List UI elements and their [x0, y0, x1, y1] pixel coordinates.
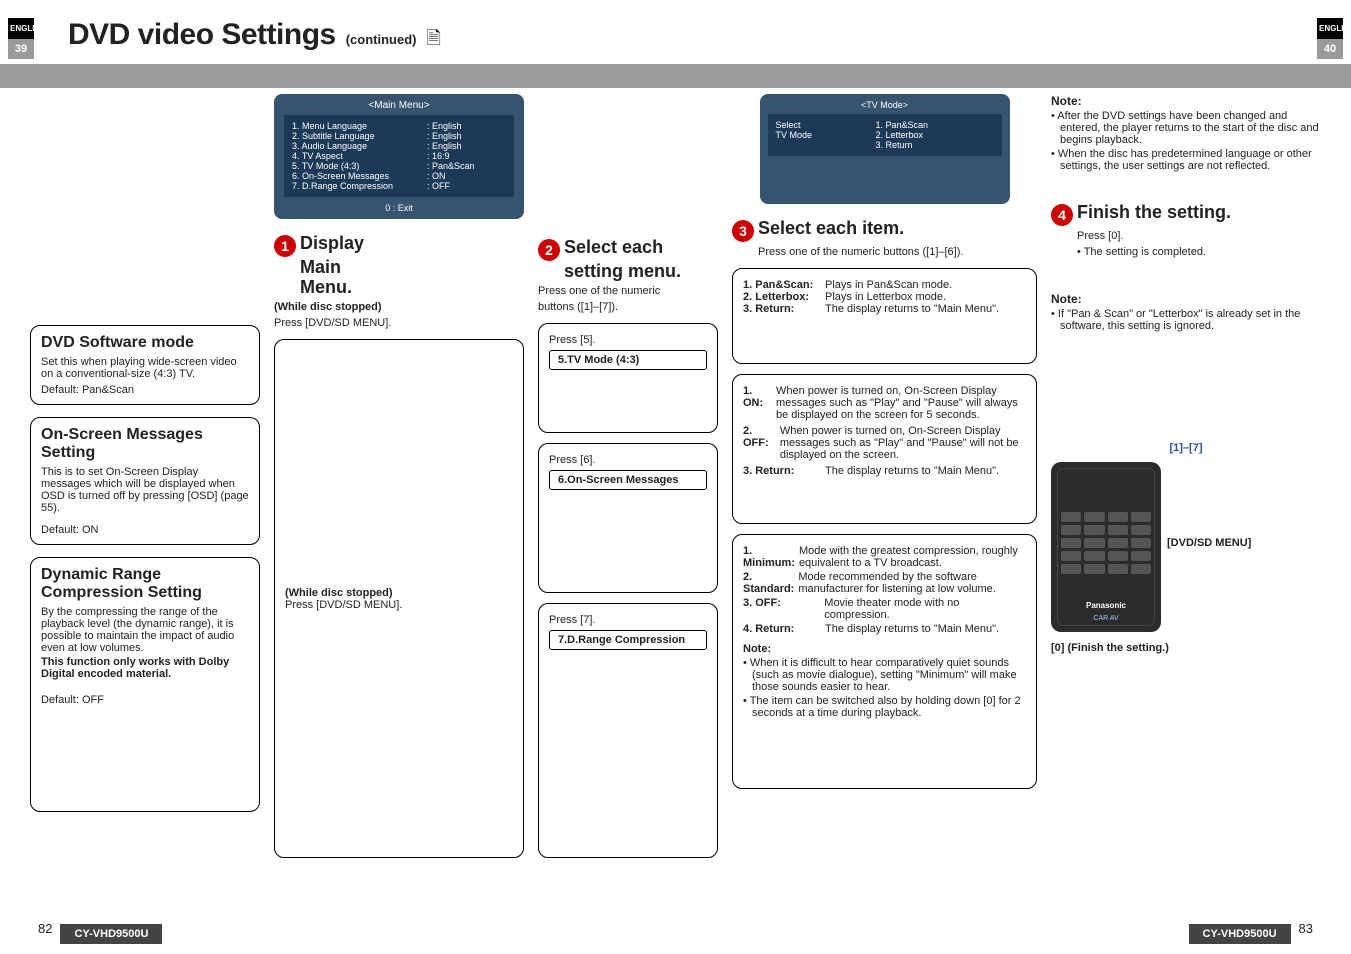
step2-title2: setting menu. — [564, 261, 718, 281]
sec3-note1: • When it is difficult to hear comparati… — [743, 657, 1026, 693]
step3-badge: 3 — [732, 220, 754, 242]
box3-text: By the compressing the range of the play… — [41, 606, 249, 654]
step2-badge: 2 — [538, 239, 560, 261]
press7-label: 7.D.Range Compression — [549, 630, 707, 650]
section-panscan: 1. Pan&Scan:Plays in Pan&Scan mode. 2. L… — [732, 268, 1037, 364]
step4-sub2: • The setting is completed. — [1077, 246, 1321, 258]
press5-box: Press [5]. 5.TV Mode (4:3) — [538, 323, 718, 433]
right-side-tab: ENGLISH 40 — [1317, 18, 1343, 59]
box3-bold: This function only works with Dolby Digi… — [41, 656, 249, 680]
remote-brand: Panasonic — [1051, 601, 1161, 610]
step1-tall-box: (While disc stopped) Press [DVD/SD MENU]… — [274, 339, 524, 858]
foot-model-right: CY-VHD9500U — [1189, 924, 1291, 944]
press5-text: Press [5]. — [549, 334, 707, 346]
step1-title1: Display — [300, 233, 364, 253]
sec1-note-b: • If "Pan & Scan" or "Letterbox" is alre… — [1051, 308, 1321, 332]
remote-bottom-label: [0] (Finish the setting.) — [1051, 642, 1321, 654]
header-bar — [0, 64, 1351, 88]
on-screen-messages-box: On-Screen Messages Setting This is to se… — [30, 417, 260, 545]
box2-default: Default: ON — [41, 524, 249, 536]
top-note1: • After the DVD settings have been chang… — [1051, 110, 1321, 146]
lang-label-left: ENGLISH — [8, 18, 34, 39]
press7-text: Press [7]. — [549, 614, 707, 626]
remote-keys-top: [1]–[7] — [1051, 442, 1321, 454]
sec1-note-h: Note: — [1051, 292, 1321, 306]
box3-title: Dynamic Range Compression Setting — [41, 566, 249, 602]
step3-title: Select each item. — [758, 218, 904, 238]
step2-sub2: buttons ([1]–[7]). — [538, 301, 718, 313]
step1-sub2: Press [DVD/SD MENU]. — [274, 317, 394, 329]
section-drc: 1. Minimum:Mode with the greatest compre… — [732, 534, 1037, 789]
remote-image: Panasonic CAR AV — [1051, 462, 1161, 632]
press5-label: 5.TV Mode (4:3) — [549, 350, 707, 370]
lang-label-right: ENGLISH — [1317, 18, 1343, 39]
step1-badge: 1 — [274, 235, 296, 257]
top-note-h: Note: — [1051, 94, 1321, 108]
disc-icon: 🗎 — [426, 26, 440, 56]
step1-sub1: (While disc stopped) — [274, 301, 394, 313]
box1-title: DVD Software mode — [41, 334, 249, 352]
main-menu-head: <Main Menu> — [274, 100, 524, 115]
sec3-note2: • The item can be switched also by holdi… — [743, 695, 1026, 719]
press6-label: 6.On-Screen Messages — [549, 470, 707, 490]
page-ind-right: 40 — [1317, 39, 1343, 59]
step2-title1: Select each — [564, 237, 663, 257]
foot-model-left: CY-VHD9500U — [60, 924, 162, 944]
step1b-sub1: (While disc stopped) — [285, 587, 513, 599]
section-osd: 1. ON:When power is turned on, On-Screen… — [732, 374, 1037, 524]
page-title-sub: (continued) — [346, 32, 417, 47]
step1-title2: Main Menu. — [300, 257, 394, 297]
step2-sub1: Press one of the numeric — [538, 285, 718, 297]
step4-badge: 4 — [1051, 204, 1073, 226]
main-menu-foot: 0 : Exit — [274, 197, 524, 219]
top-note2: • When the disc has predetermined langua… — [1051, 148, 1321, 172]
step1b-sub2: Press [DVD/SD MENU]. — [285, 599, 513, 611]
foot-page-right: 83 — [1299, 921, 1313, 936]
dynamic-range-box: Dynamic Range Compression Setting By the… — [30, 557, 260, 812]
remote-brand2: CAR AV — [1051, 615, 1161, 622]
step3-sub: Press one of the numeric buttons ([1]–[6… — [758, 246, 1037, 258]
box1-default: Default: Pan&Scan — [41, 384, 249, 396]
step4-sub1: Press [0]. — [1077, 230, 1321, 242]
main-menu-panel: <Main Menu> 1. Menu Language: English 2.… — [274, 94, 524, 219]
page-ind-left: 39 — [8, 39, 34, 59]
remote-side-label: [DVD/SD MENU] — [1167, 537, 1251, 549]
box2-text: This is to set On-Screen Display message… — [41, 466, 249, 514]
box3-default: Default: OFF — [41, 694, 249, 706]
left-side-tab: ENGLISH 39 — [8, 18, 34, 59]
press6-text: Press [6]. — [549, 454, 707, 466]
press7-box: Press [7]. 7.D.Range Compression — [538, 603, 718, 858]
tv-mode-panel: <TV Mode> Select TV Mode 1. Pan&Scan 2. … — [760, 94, 1010, 204]
dvd-software-mode-box: DVD Software mode Set this when playing … — [30, 325, 260, 405]
sec3-note-h: Note: — [743, 643, 1026, 655]
press6-box: Press [6]. 6.On-Screen Messages — [538, 443, 718, 593]
page-title: DVD video Settings — [68, 18, 336, 52]
step4-title: Finish the setting. — [1077, 202, 1231, 222]
box1-text: Set this when playing wide-screen video … — [41, 356, 249, 380]
box2-title: On-Screen Messages Setting — [41, 426, 249, 462]
foot-page-left: 82 — [38, 921, 52, 936]
tv-mode-head: <TV Mode> — [768, 100, 1002, 110]
